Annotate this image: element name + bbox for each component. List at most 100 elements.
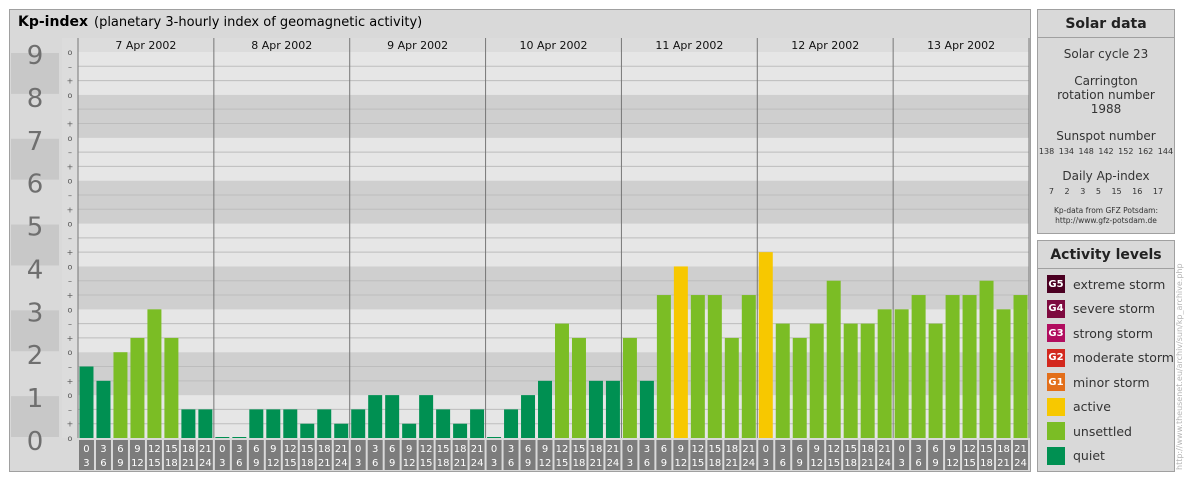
level-label: strong storm: [1073, 325, 1153, 341]
interval-start-label: 9: [949, 444, 955, 455]
interval-start-label: 21: [199, 444, 212, 455]
kp-bar: [605, 380, 620, 438]
kp-band-5: [78, 180, 1029, 224]
y-subtick-label: +: [67, 420, 74, 429]
interval-end-label: 24: [1014, 458, 1027, 469]
kp-band-7: [78, 94, 1029, 138]
kp-bar: [96, 380, 111, 438]
kp-bar: [792, 337, 807, 438]
interval-end-label: 3: [355, 458, 361, 469]
y-subtick-label: o: [68, 91, 73, 100]
interval-start-label: 9: [134, 444, 140, 455]
kp-bar: [962, 295, 977, 438]
kp-bar: [351, 409, 366, 438]
kp-band-3: [78, 266, 1029, 310]
interval-end-label: 21: [182, 458, 195, 469]
level-extreme-storm: G5 extreme storm: [1038, 272, 1174, 297]
kp-bar: [758, 252, 773, 438]
y-tick-label: 7: [27, 127, 44, 157]
kp-bar: [436, 409, 451, 438]
interval-start-label: 15: [301, 444, 314, 455]
level-severe-storm: G4 severe storm: [1038, 297, 1174, 322]
interval-end-label: 12: [131, 458, 144, 469]
kp-bar: [504, 409, 519, 438]
y-subtick-label: +: [67, 291, 74, 300]
interval-end-label: 21: [861, 458, 874, 469]
interval-start-label: 9: [814, 444, 820, 455]
solar-data-title: Solar data: [1038, 10, 1174, 38]
interval-end-label: 12: [539, 458, 552, 469]
level-strong-storm: G3 strong storm: [1038, 321, 1174, 346]
y-subtick-label: +: [67, 377, 74, 386]
interval-start-label: 12: [284, 444, 297, 455]
day-label: 12 Apr 2002: [791, 39, 859, 52]
y-subtick-label: o: [68, 434, 73, 443]
y-tick-label: 5: [27, 213, 44, 243]
y-tick-label: 4: [27, 255, 44, 285]
kp-bar: [79, 366, 94, 438]
y-subtick-label: –: [68, 62, 72, 71]
interval-start-label: 18: [318, 444, 331, 455]
interval-start-label: 9: [678, 444, 684, 455]
level-swatch-g2: G2: [1047, 348, 1065, 367]
interval-end-label: 9: [797, 458, 803, 469]
interval-end-label: 6: [915, 458, 921, 469]
interval-end-label: 3: [491, 458, 497, 469]
interval-end-label: 12: [403, 458, 416, 469]
interval-end-label: 21: [725, 458, 738, 469]
kp-bar: [945, 295, 960, 438]
kp-bar: [877, 309, 892, 438]
interval-start-label: 9: [406, 444, 412, 455]
kp-bar: [894, 309, 909, 438]
kp-bar: [555, 323, 569, 438]
day-label: 13 Apr 2002: [927, 39, 995, 52]
y-subtick-label: o: [68, 391, 73, 400]
kp-bar: [775, 323, 790, 438]
interval-end-label: 18: [980, 458, 993, 469]
kp-bar: [979, 280, 994, 438]
interval-start-label: 0: [355, 444, 361, 455]
interval-start-label: 15: [573, 444, 586, 455]
y-subtick-label: –: [68, 105, 72, 114]
interval-start-label: 6: [117, 444, 123, 455]
y-subtick-label: o: [68, 262, 73, 271]
interval-start-label: 21: [1014, 444, 1027, 455]
interval-end-label: 18: [844, 458, 857, 469]
level-label: extreme storm: [1073, 276, 1166, 292]
level-swatch-unsettled: [1047, 422, 1065, 441]
kp-bar: [843, 323, 858, 438]
interval-end-label: 24: [607, 458, 620, 469]
interval-start-label: 0: [219, 444, 225, 455]
interval-end-label: 3: [898, 458, 904, 469]
level-label: quiet: [1073, 448, 1105, 464]
interval-end-label: 18: [573, 458, 586, 469]
kp-bar: [860, 323, 875, 438]
y-tick-label: 6: [27, 170, 44, 200]
level-label: moderate storm: [1073, 350, 1174, 366]
level-moderate-storm: G2 moderate storm: [1038, 346, 1174, 371]
source-credit-line1: Kp-data from GFZ Potsdam:: [1053, 206, 1159, 215]
ap-index-label: Daily Ap-index: [1062, 169, 1150, 183]
interval-start-label: 0: [763, 444, 769, 455]
activity-levels-panel: Activity levels G5 extreme storm G4 severe…: [1037, 240, 1175, 472]
level-label: unsettled: [1073, 423, 1132, 439]
y-subtick-label: o: [68, 134, 73, 143]
interval-start-label: 15: [980, 444, 993, 455]
interval-start-label: 3: [780, 444, 786, 455]
ap-index-values: 7 2 3 5 15 16 17: [1048, 187, 1164, 196]
y-subtick-label: –: [68, 405, 72, 414]
interval-end-label: 15: [827, 458, 840, 469]
level-label: active: [1073, 399, 1111, 415]
kp-bar: [656, 295, 671, 438]
interval-end-label: 3: [627, 458, 633, 469]
interval-start-label: 18: [997, 444, 1010, 455]
interval-start-label: 9: [542, 444, 548, 455]
interval-end-label: 6: [508, 458, 514, 469]
level-swatch-g5: G5: [1047, 275, 1065, 294]
interval-start-label: 6: [932, 444, 938, 455]
kp-bar: [521, 395, 536, 438]
kp-band-4: [78, 223, 1029, 267]
level-swatch-g1: G1: [1047, 373, 1065, 392]
source-credit: Kp-data from GFZ Potsdam: http://www.gfz…: [1038, 206, 1174, 226]
y-subtick-label: o: [68, 305, 73, 314]
